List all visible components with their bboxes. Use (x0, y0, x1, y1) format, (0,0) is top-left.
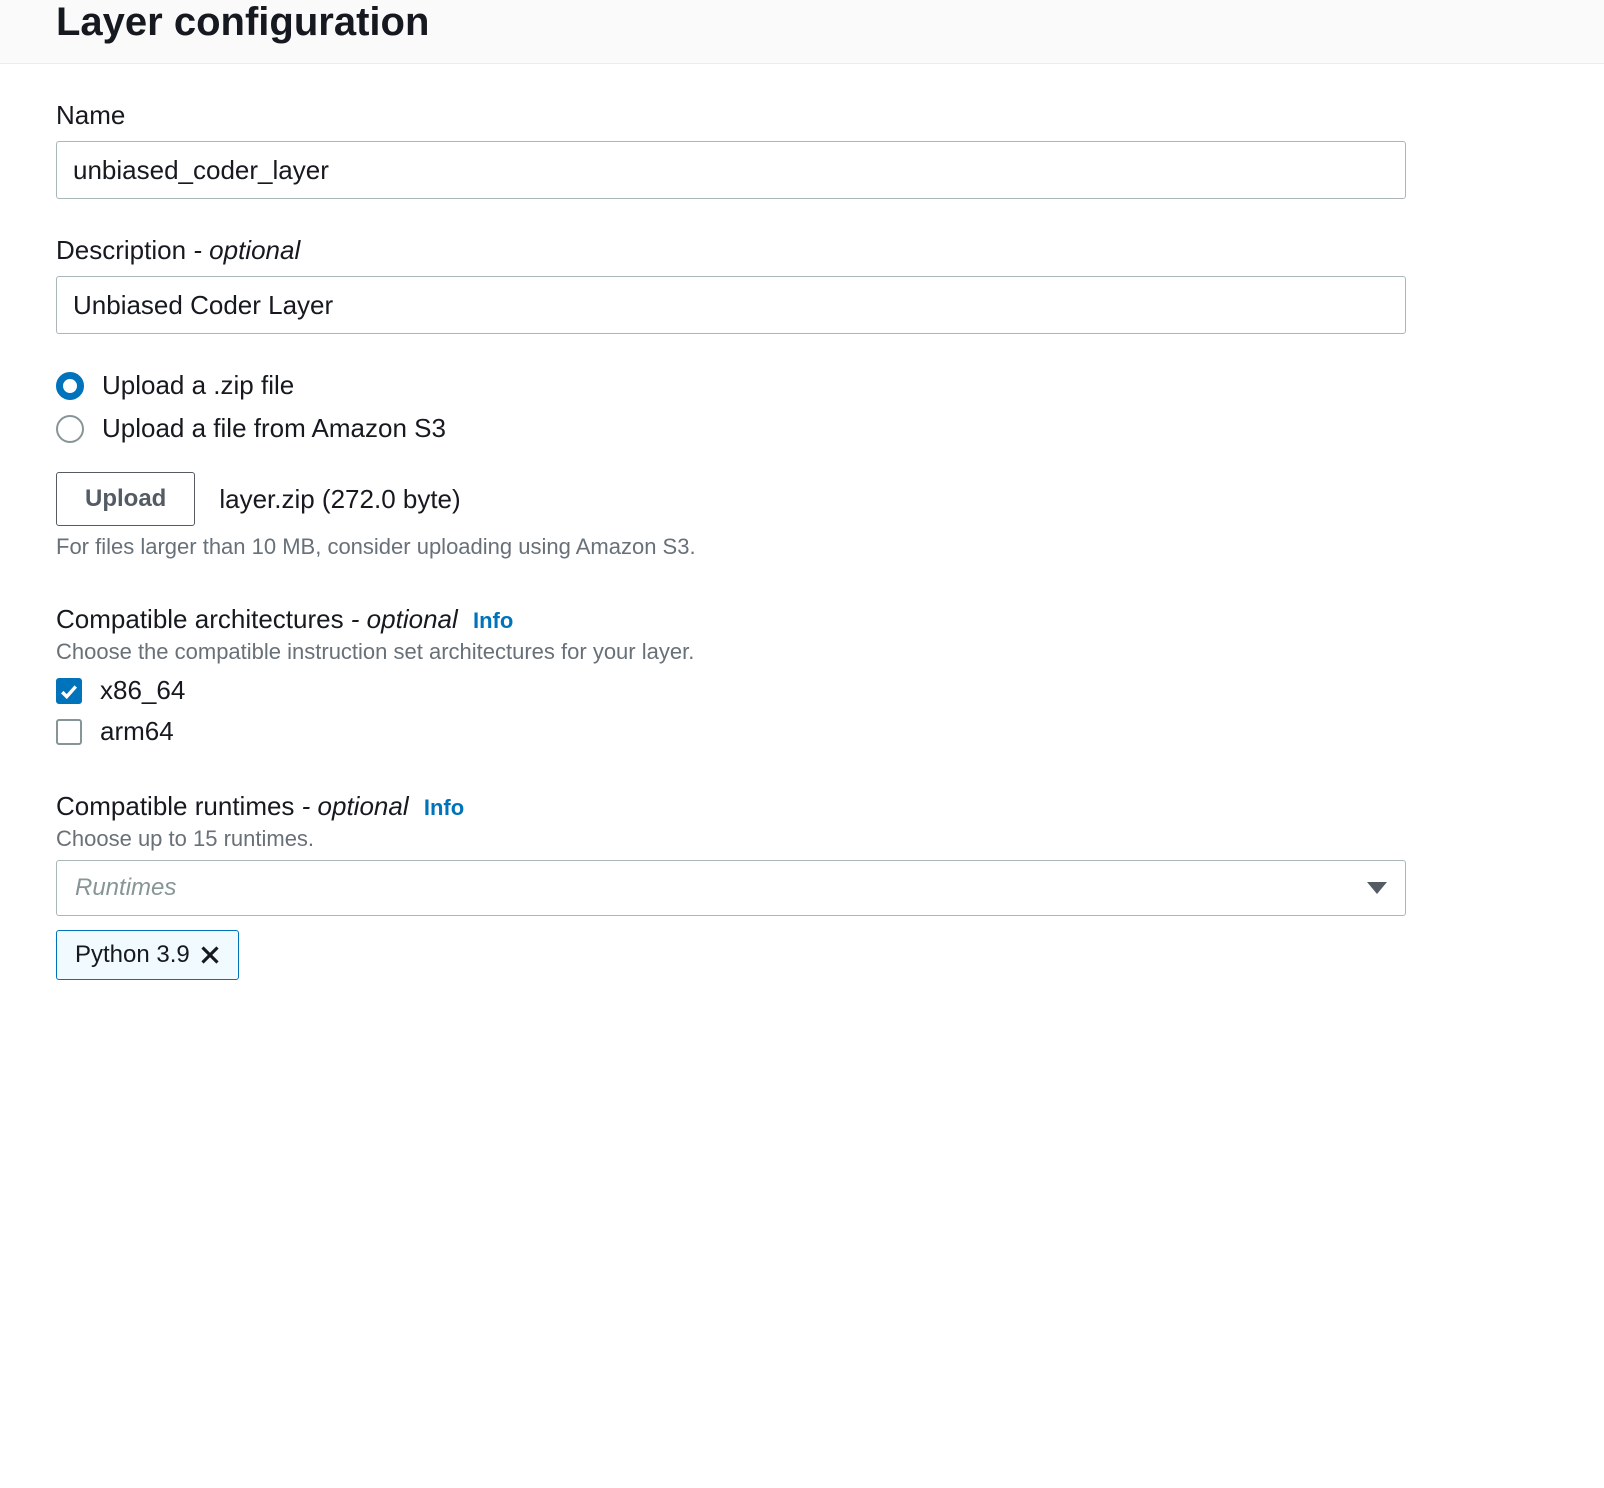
name-label: Name (56, 100, 1548, 131)
arch-x86-label: x86_64 (100, 675, 185, 706)
radio-upload-s3[interactable]: Upload a file from Amazon S3 (56, 413, 1548, 444)
runtimes-section: Compatible runtimes - optional Info Choo… (56, 791, 1548, 980)
runtimes-placeholder: Runtimes (75, 874, 176, 902)
description-input[interactable] (56, 276, 1406, 334)
runtimes-info-link[interactable]: Info (424, 795, 464, 820)
radio-upload-zip[interactable]: Upload a .zip file (56, 370, 1548, 401)
radio-unselected-icon (56, 415, 84, 443)
runtime-token-label: Python 3.9 (75, 941, 190, 969)
arch-title: Compatible architectures (56, 604, 344, 634)
upload-hint: For files larger than 10 MB, consider up… (56, 534, 1548, 560)
page-title: Layer configuration (56, 0, 1548, 45)
runtime-token: Python 3.9 (56, 930, 239, 980)
runtimes-select[interactable]: Runtimes (56, 860, 1406, 916)
caret-down-icon (1367, 882, 1387, 894)
arch-title-row: Compatible architectures - optional Info (56, 604, 1548, 635)
upload-row: Upload layer.zip (272.0 byte) (56, 472, 1548, 526)
form-content: Name Description - optional Upload a .zi… (0, 64, 1604, 1016)
upload-button[interactable]: Upload (56, 472, 195, 526)
checkbox-unchecked-icon (56, 719, 82, 745)
arch-arm-label: arm64 (100, 716, 174, 747)
close-icon[interactable] (200, 945, 220, 965)
arch-x86-row[interactable]: x86_64 (56, 675, 1548, 706)
runtimes-optional: - optional (294, 791, 408, 821)
name-input[interactable] (56, 141, 1406, 199)
runtimes-title: Compatible runtimes (56, 791, 294, 821)
arch-optional: - optional (344, 604, 458, 634)
radio-upload-zip-label: Upload a .zip file (102, 370, 294, 401)
radio-upload-s3-label: Upload a file from Amazon S3 (102, 413, 446, 444)
arch-info-link[interactable]: Info (473, 608, 513, 633)
description-label-text: Description (56, 235, 186, 265)
architectures-section: Compatible architectures - optional Info… (56, 604, 1548, 747)
uploaded-filename: layer.zip (272.0 byte) (219, 484, 460, 515)
runtimes-title-row: Compatible runtimes - optional Info (56, 791, 1548, 822)
description-optional: - optional (186, 235, 300, 265)
name-field: Name (56, 100, 1548, 199)
panel-header: Layer configuration (0, 0, 1604, 64)
arch-arm-row[interactable]: arm64 (56, 716, 1548, 747)
description-label: Description - optional (56, 235, 1548, 266)
description-field: Description - optional (56, 235, 1548, 334)
radio-selected-icon (56, 372, 84, 400)
arch-desc: Choose the compatible instruction set ar… (56, 639, 1548, 665)
runtimes-desc: Choose up to 15 runtimes. (56, 826, 1548, 852)
checkbox-checked-icon (56, 678, 82, 704)
upload-source-field: Upload a .zip file Upload a file from Am… (56, 370, 1548, 560)
